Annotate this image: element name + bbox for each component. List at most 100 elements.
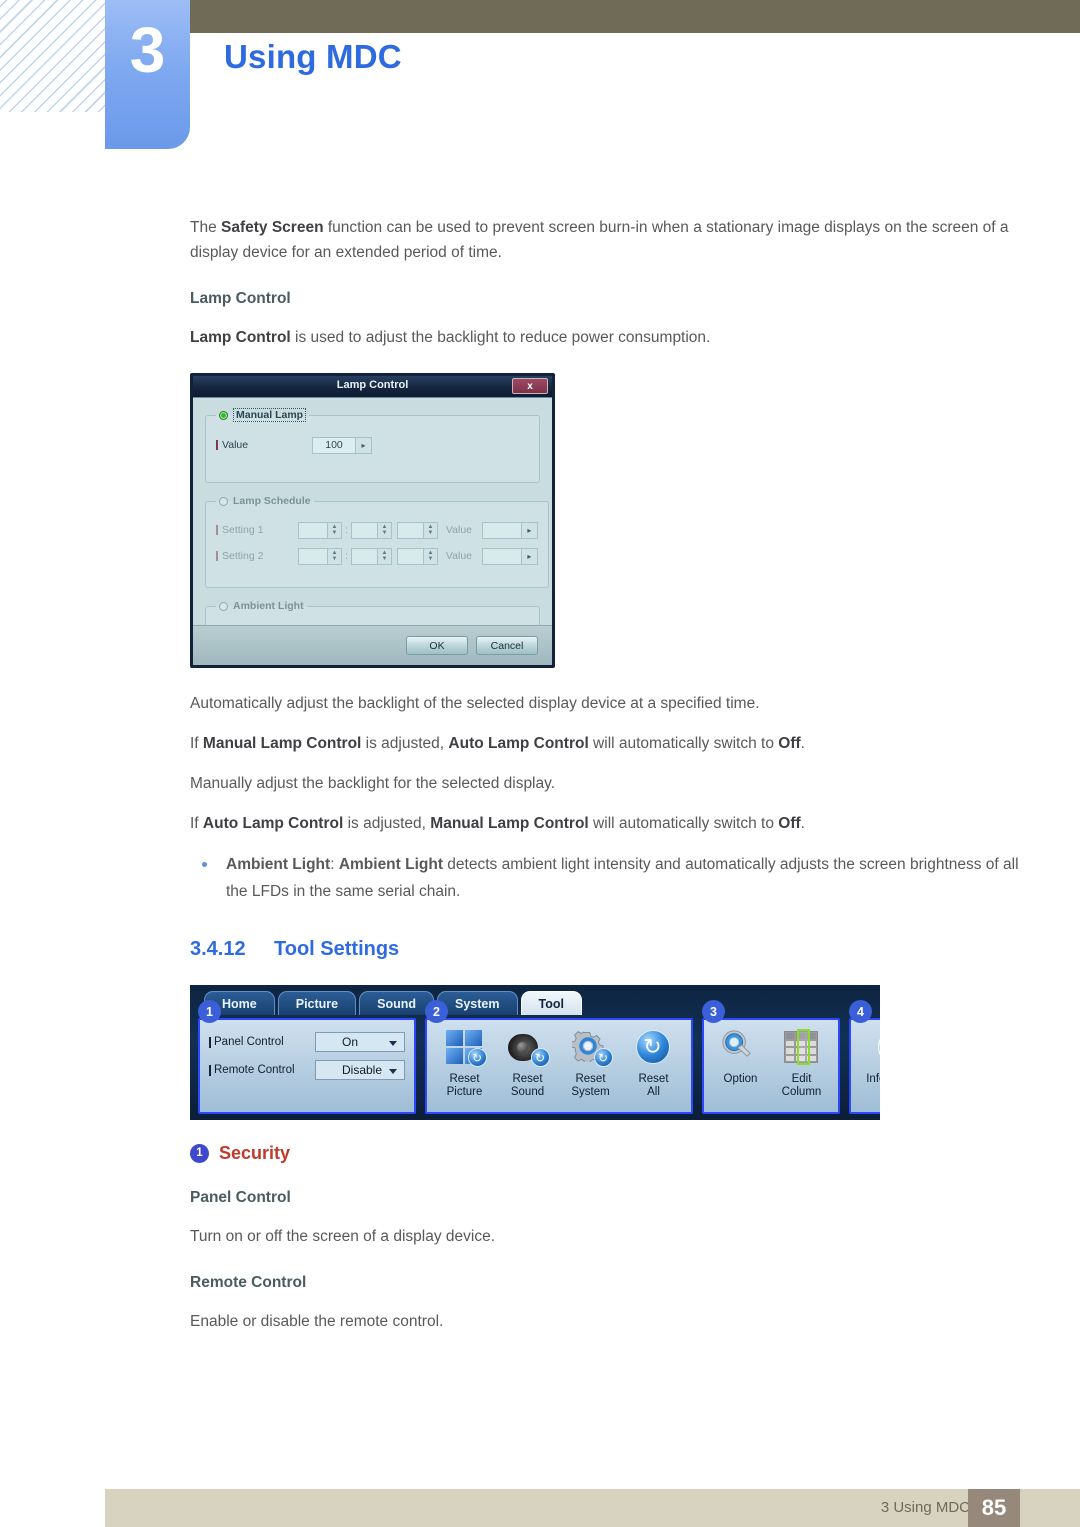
footer-text: 3 Using MDC — [880, 1499, 970, 1516]
manual-lamp-value-label: Value — [216, 439, 312, 451]
panel-control-label: Panel Control — [209, 1036, 315, 1048]
security-callout-heading: 1 Security — [190, 1143, 1020, 1164]
manual-lamp-value-spin-icon[interactable]: ▸ — [356, 436, 372, 454]
reset-all-button[interactable]: ↻ Reset All — [622, 1027, 685, 1099]
lamp-control-desc-rest: is used to adjust the backlight to reduc… — [290, 329, 711, 346]
dialog-titlebar: Lamp Control x — [193, 376, 552, 398]
refresh-badge-icon: ↻ — [593, 1048, 613, 1067]
manual-lamp-value-row: Value 100 ▸ — [216, 434, 529, 456]
tab-picture[interactable]: Picture — [277, 991, 357, 1015]
panel-reset: 2 ↻ Reset Picture ↻ Reset Sound ↻ Reset … — [425, 1000, 693, 1114]
information-button[interactable]: i Information — [857, 1027, 880, 1086]
chapter-title: Using MDC — [224, 38, 402, 75]
ambient-bullet-b2: Ambient Light — [338, 856, 443, 873]
column-highlight-shape — [796, 1029, 810, 1065]
panel-callout-2: 2 — [425, 1000, 448, 1023]
panel-control-select[interactable]: On — [315, 1032, 405, 1052]
note-auto-pre: If — [190, 815, 203, 832]
remote-control-row: Remote Control Disable — [209, 1057, 405, 1083]
panel-callout-1: 1 — [198, 1000, 221, 1023]
callout-badge-1: 1 — [190, 1144, 209, 1163]
option-label: Option — [723, 1073, 758, 1085]
setting2-minute-stepper[interactable]: ▲ ▼ — [377, 547, 392, 565]
ok-button[interactable]: OK — [406, 636, 468, 655]
security-title: Security — [219, 1143, 291, 1163]
reset-picture-button[interactable]: ↻ Reset Picture — [433, 1027, 496, 1099]
note-manual-post: will automatically switch to — [588, 735, 779, 752]
manual-lamp-radio[interactable] — [219, 410, 228, 420]
setting1-minute-field[interactable] — [350, 521, 378, 539]
setting1-minute-stepper[interactable]: ▲ ▼ — [377, 521, 392, 539]
setting1-second-field[interactable] — [396, 521, 424, 539]
tab-system[interactable]: System — [437, 991, 518, 1015]
setting2-value-field[interactable] — [481, 547, 522, 565]
panel-control-heading: Panel Control — [190, 1189, 291, 1206]
setting2-label: Setting 2 — [216, 550, 298, 562]
chevron-down-icon — [389, 1041, 397, 1046]
remote-control-heading: Remote Control — [190, 1274, 307, 1291]
remote-control-value: Disable — [342, 1063, 383, 1077]
manual-lamp-legend[interactable]: Manual Lamp — [216, 408, 309, 422]
ambient-light-legend-label: Ambient Light — [233, 600, 304, 612]
edit-column-button[interactable]: Edit Column — [771, 1027, 832, 1099]
panel-information: 4 i Information — [849, 1000, 880, 1114]
ambient-bullet-sep: : — [330, 856, 339, 873]
edit-column-label: Edit Column — [781, 1073, 822, 1098]
setting1-value-field[interactable] — [481, 521, 522, 539]
setting2-hour-stepper[interactable]: ▲ ▼ — [328, 547, 342, 565]
reset-picture-icon: ↻ — [443, 1027, 487, 1069]
chapter-number: 3 — [129, 14, 166, 86]
setting2-hour-field[interactable] — [298, 547, 328, 565]
reset-all-icon: ↻ — [632, 1027, 676, 1069]
page-content: The Safety Screen function can be used t… — [190, 215, 1020, 1334]
reset-system-button[interactable]: ↻ Reset System — [559, 1027, 622, 1099]
olive-header-bar — [190, 0, 1080, 33]
reset-sound-button[interactable]: ↻ Reset Sound — [496, 1027, 559, 1099]
reset-all-label: Reset All — [638, 1073, 669, 1098]
setting2-second-stepper[interactable]: ▲ ▼ — [423, 547, 438, 565]
setting1-value-spin-icon[interactable]: ▸ — [521, 521, 538, 539]
remote-control-label: Remote Control — [209, 1064, 315, 1076]
manual-lamp-value-field[interactable]: 100 — [312, 436, 356, 454]
tab-tool[interactable]: Tool — [520, 991, 582, 1015]
note-auto-b1: Auto Lamp Control — [202, 815, 344, 832]
setting1-second-stepper[interactable]: ▲ ▼ — [423, 521, 438, 539]
setting2-second-field[interactable] — [396, 547, 424, 565]
dialog-footer: OK Cancel — [193, 625, 552, 665]
tab-sound[interactable]: Sound — [359, 991, 435, 1015]
panel-callout-3: 3 — [702, 1000, 725, 1023]
ambient-light-legend[interactable]: Ambient Light — [216, 600, 307, 612]
remote-control-select[interactable]: Disable — [315, 1060, 405, 1080]
mdc-panels: 1 Panel Control On Remote Control Disabl… — [198, 1000, 880, 1114]
note-auto-end: . — [800, 815, 805, 832]
dialog-title: Lamp Control — [336, 379, 409, 391]
intro-bold: Safety Screen — [221, 219, 324, 236]
setting1-value-label: Value — [445, 524, 472, 536]
option-button[interactable]: Option — [710, 1027, 771, 1086]
chapter-number-badge: 3 — [105, 0, 190, 149]
lamp-schedule-legend[interactable]: Lamp Schedule — [216, 495, 314, 507]
option-icon — [719, 1027, 763, 1069]
lamp-control-desc-bold: Lamp Control — [190, 329, 291, 346]
setting2-value-spin-icon[interactable]: ▸ — [521, 547, 538, 565]
setting2-colon-1: : — [345, 550, 348, 562]
setting2-minute-field[interactable] — [350, 547, 378, 565]
lamp-schedule-radio[interactable] — [219, 496, 228, 506]
lamp-schedule-group: Lamp Schedule Setting 1 ▲ ▼ : ▲ ▼ ▲ ▼ Value — [205, 495, 549, 588]
ambient-light-radio[interactable] — [219, 601, 228, 611]
lamp-control-dialog-screenshot: Lamp Control x Manual Lamp Value 100 ▸ L… — [190, 373, 555, 668]
cancel-button[interactable]: Cancel — [476, 636, 538, 655]
setting1-hour-stepper[interactable]: ▲ ▼ — [328, 521, 342, 539]
setting1-colon-1: : — [345, 524, 348, 536]
note-manual-mid: is adjusted, — [361, 735, 449, 752]
mdc-tab-bar: Home Picture Sound System Tool — [204, 991, 582, 1015]
close-icon[interactable]: x — [512, 378, 548, 394]
section-number: 3.4.12 — [190, 938, 246, 960]
setting1-hour-field[interactable] — [298, 521, 328, 539]
bullet-dot-icon — [202, 862, 207, 867]
note-manual-pre: If — [190, 735, 203, 752]
refresh-circle-icon: ↻ — [635, 1030, 670, 1064]
note-manual-lamp-control: If Manual Lamp Control is adjusted, Auto… — [190, 731, 1020, 756]
chevron-down-icon — [389, 1069, 397, 1074]
panel-control-value: On — [342, 1035, 359, 1049]
